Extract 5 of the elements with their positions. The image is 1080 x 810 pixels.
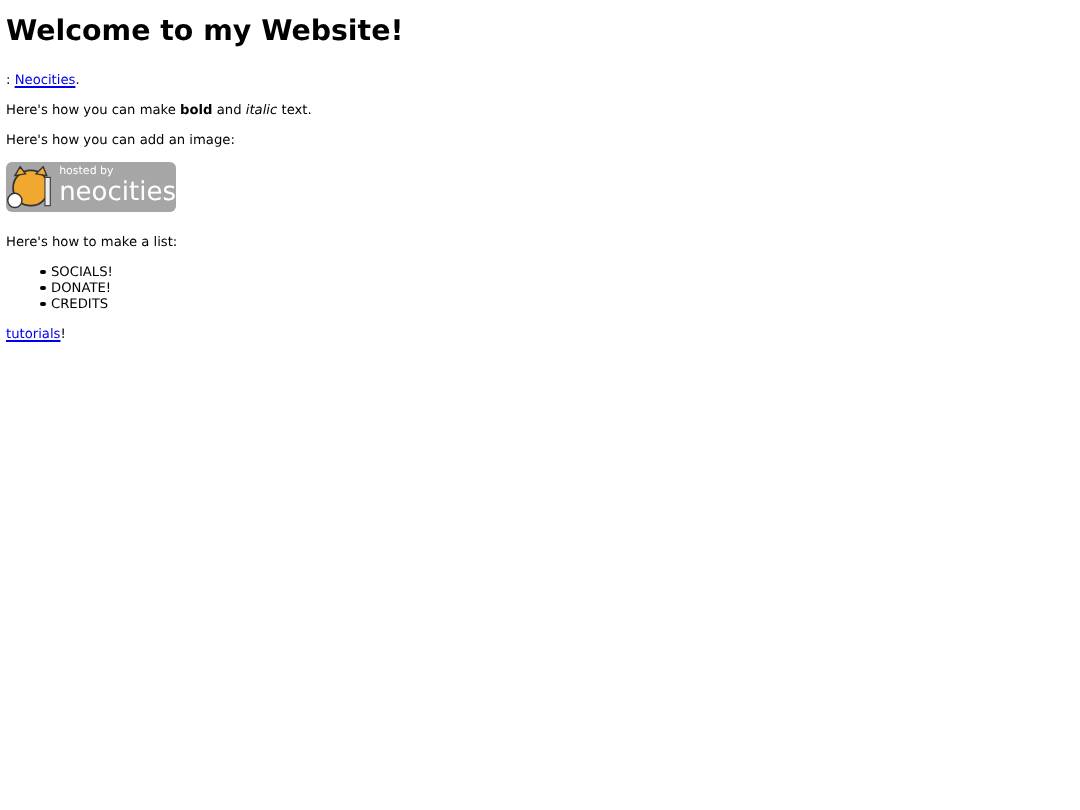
bullet-icon [40, 269, 45, 275]
page-heading: Welcome to my Website! [6, 14, 406, 52]
badge-logo-text: neocities [59, 180, 176, 207]
bullet-icon [40, 301, 45, 307]
bullet-icon [40, 285, 45, 291]
